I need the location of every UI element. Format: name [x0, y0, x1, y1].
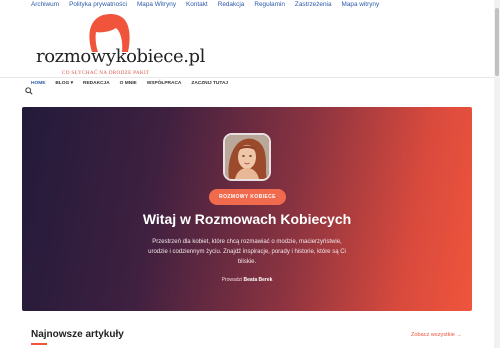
top-link-kontakt[interactable]: Kontakt	[186, 1, 208, 8]
scrollbar-thumb[interactable]	[495, 8, 499, 76]
page-scrollbar[interactable]	[494, 0, 500, 348]
hero-author: Prowadzi Beata Berek	[22, 277, 472, 283]
nav-o-mnie[interactable]: O MNIE	[120, 81, 137, 86]
top-link-mapa-witryny[interactable]: Mapa Witryny	[137, 1, 176, 8]
author-prefix: Prowadzi	[221, 277, 243, 283]
search-icon[interactable]	[25, 87, 33, 95]
nav-blog[interactable]: BLOG ▾	[55, 81, 73, 86]
top-link-zastrzezenia[interactable]: Zastrzeżenia	[295, 1, 332, 8]
top-link-archiwum[interactable]: Archiwum	[31, 1, 59, 8]
heading-underline	[31, 343, 47, 345]
nav-home[interactable]: HOME	[31, 81, 45, 86]
hero-description: Przestrzeń dla kobiet, które chcą rozmaw…	[148, 239, 346, 265]
hero-banner: ROZMOWY KOBIECE Witaj w Rozmowach Kobiec…	[22, 107, 472, 311]
nav-redakcja[interactable]: REDAKCJA	[83, 81, 110, 86]
logo-tagline: CO SŁYCHAĆ NA DRODZE PAKIT	[62, 70, 150, 76]
nav-wspolpraca[interactable]: WSPÓŁPRACA	[147, 81, 182, 86]
top-link-regulamin[interactable]: Regulamin	[254, 1, 285, 8]
latest-articles-heading: Najnowsze artykuły	[31, 329, 124, 340]
site-logo[interactable]: rozmowykobiece.pl CO SŁYCHAĆ NA DRODZE P…	[36, 12, 205, 76]
top-links-bar: Archiwum Polityka prywatności Mapa Witry…	[0, 0, 500, 10]
author-avatar	[223, 133, 271, 181]
see-all-link[interactable]: Zobacz wszystkie →	[411, 332, 462, 338]
top-link-mapa-witryny-2[interactable]: Mapa witryny	[342, 1, 380, 8]
nav-zacznij-tutaj[interactable]: ZACZNIJ TUTAJ	[191, 81, 228, 86]
top-link-redakcja[interactable]: Redakcja	[218, 1, 245, 8]
top-link-polityka[interactable]: Polityka prywatności	[69, 1, 127, 8]
author-name[interactable]: Beata Berek	[244, 277, 273, 283]
category-badge[interactable]: ROZMOWY KOBIECE	[209, 189, 286, 205]
main-navigation: HOME BLOG ▾ REDAKCJA O MNIE WSPÓŁPRACA Z…	[0, 77, 494, 99]
hero-title: Witaj w Rozmowach Kobiecych	[142, 211, 352, 227]
logo-wordmark: rozmowykobiece.pl	[36, 46, 206, 67]
